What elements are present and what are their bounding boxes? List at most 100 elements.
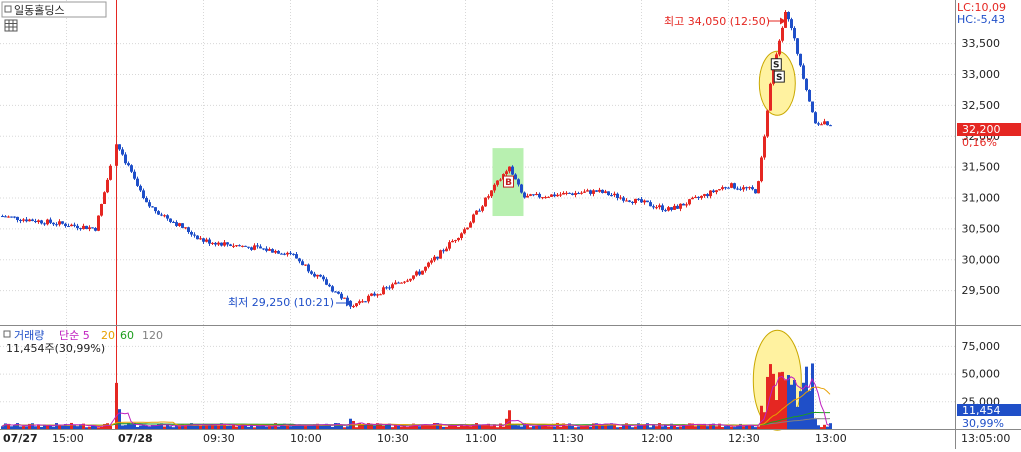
candle-body (328, 284, 331, 287)
volume-bar (559, 426, 562, 429)
candle-body (148, 202, 151, 207)
candle-body (274, 250, 277, 253)
candle-body (379, 294, 382, 296)
volume-bar (625, 423, 628, 429)
candle-body (607, 191, 610, 196)
candle-body (682, 203, 685, 206)
x-tick-label: 11:00 (465, 432, 497, 445)
volume-bar (475, 423, 478, 429)
volume-bar (631, 427, 634, 429)
volume-bar (589, 426, 592, 429)
candle-body (265, 248, 268, 251)
volume-bar (616, 427, 619, 429)
volume-bar (676, 427, 679, 429)
candle-body (451, 240, 454, 243)
candle-body (439, 250, 442, 259)
candle-body (4, 216, 7, 218)
price-tick-label: 33,000 (962, 68, 1001, 81)
volume-bar (529, 427, 532, 429)
candle-body (19, 220, 22, 222)
candle-body (718, 189, 721, 191)
low-annotation: 최저 29,250 (10:21) (228, 296, 334, 309)
volume-bar (25, 426, 28, 429)
candle-body (40, 220, 43, 224)
volume-bar (574, 427, 577, 429)
candle-body (790, 19, 793, 29)
x-tick-label: 11:30 (552, 432, 584, 445)
volume-bar (637, 423, 640, 429)
candle-body (478, 210, 481, 212)
volume-bar (67, 425, 70, 429)
volume-bar (277, 426, 280, 429)
volume-bar (781, 371, 784, 429)
candle-body (124, 154, 127, 164)
candle-body (454, 240, 457, 242)
candle-body (382, 287, 385, 295)
volume-bar (520, 426, 523, 429)
candle-body (214, 242, 217, 245)
volume-bar (100, 426, 103, 429)
candle-body (16, 216, 19, 221)
volume-bar (148, 426, 151, 429)
candle-body (781, 27, 784, 41)
candle-body (778, 40, 781, 55)
legend-ma20: 20 (101, 329, 115, 342)
candle-body (748, 187, 751, 189)
stock-chart[interactable]: BSS 일동홀딩스 LC:10,09 HC:-5,43 29,500 30,000… (0, 0, 1021, 449)
candle-body (493, 184, 496, 191)
volume-tick-label: 50,000 (962, 368, 1001, 381)
candle-body (601, 189, 604, 193)
volume-bar (448, 425, 451, 429)
candle-body (145, 198, 148, 203)
volume-bar (142, 425, 145, 429)
legend-ma5: 단순 5 (59, 329, 90, 342)
candle-body (397, 282, 400, 284)
volume-bar (40, 426, 43, 429)
candle-body (679, 203, 682, 209)
candle-body (259, 246, 262, 249)
candle-body (583, 191, 586, 193)
candle-body (760, 157, 763, 182)
candle-body (610, 195, 613, 197)
volume-bar (373, 425, 376, 429)
candle-body (403, 281, 406, 283)
candle-body (676, 205, 679, 209)
chart-svg[interactable]: BSS 일동홀딩스 LC:10,09 HC:-5,43 29,50030,000… (0, 0, 1021, 449)
checkbox-icon[interactable] (4, 5, 12, 13)
volume-bar (706, 426, 709, 429)
volume-bar (355, 427, 358, 429)
hc-indicator: HC:-5,43 (957, 13, 1005, 26)
candle-body (199, 238, 202, 240)
volume-bar (340, 425, 343, 429)
candle-body (595, 190, 598, 192)
volume-bar (634, 426, 637, 429)
candle-body (304, 264, 307, 266)
volume-bar (733, 427, 736, 429)
candle-body (175, 222, 178, 226)
volume-bar (178, 426, 181, 429)
candle-body (499, 179, 502, 181)
table-icon[interactable] (4, 19, 18, 32)
candle-body (709, 190, 712, 197)
high-annotation: 최고 34,050 (12:50) (664, 15, 770, 28)
candle-body (121, 149, 124, 155)
candle-body (340, 293, 343, 299)
candle-body (220, 242, 223, 246)
candle-body (550, 194, 553, 197)
candle-body (520, 184, 523, 193)
volume-checkbox-icon[interactable] (3, 330, 11, 338)
candle-body (73, 224, 76, 226)
volume-bar (52, 426, 55, 429)
symbol-selector[interactable]: 일동홀딩스 (1, 1, 107, 18)
candle-body (823, 121, 826, 125)
volume-bar (619, 427, 622, 429)
volume-bar (19, 426, 22, 429)
volume-bar (172, 427, 175, 429)
volume-bar (307, 425, 310, 429)
volume-bar (34, 426, 37, 429)
candle-body (190, 232, 193, 235)
volume-bar (820, 427, 823, 429)
current-price: 32,200 (962, 123, 1001, 136)
candle-body (292, 253, 295, 255)
candle-body (166, 215, 169, 219)
